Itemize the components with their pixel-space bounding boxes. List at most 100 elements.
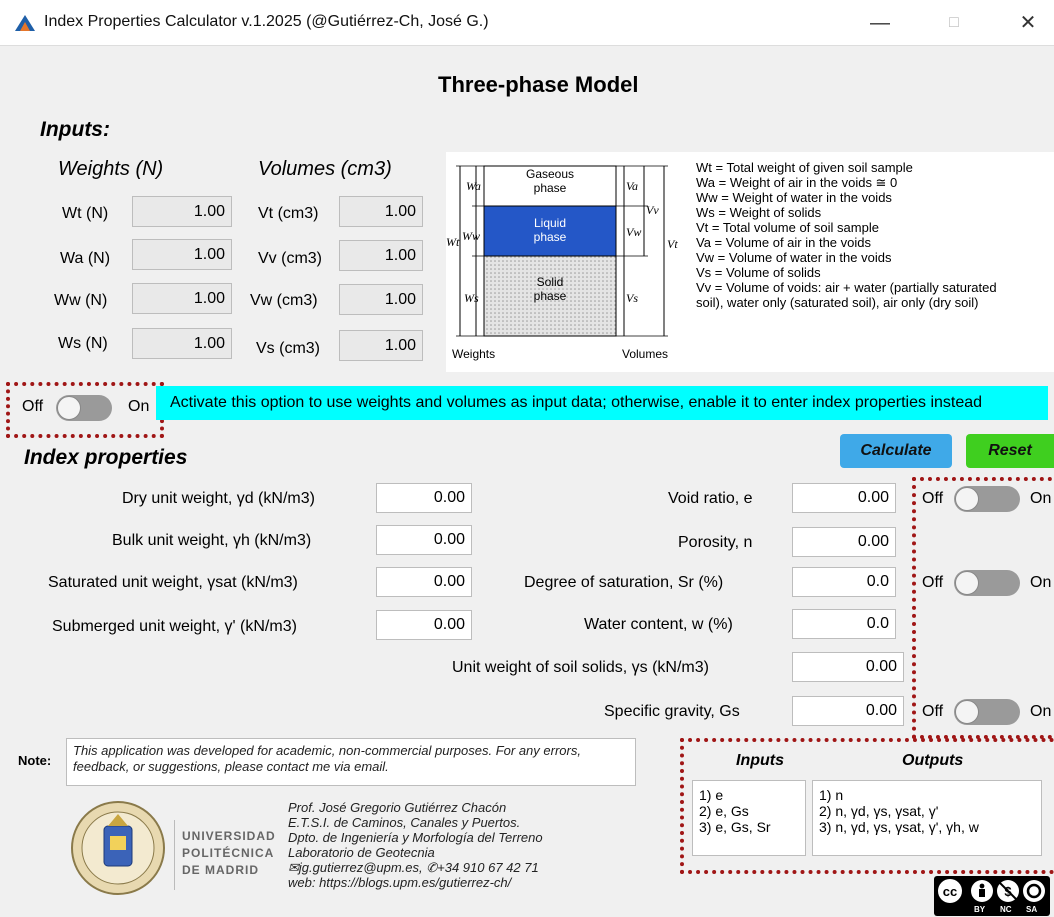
vv-label: Vv (cm3) bbox=[258, 250, 322, 267]
void-ratio-field[interactable]: 0.00 bbox=[792, 483, 896, 513]
list-item: 2) e, Gs bbox=[699, 803, 749, 819]
solid-label-2: phase bbox=[534, 289, 567, 303]
void-ratio-label: Void ratio, e bbox=[668, 490, 753, 507]
legend-item: Vw = Volume of water in the voids bbox=[696, 250, 892, 265]
weights-header: Weights (N) bbox=[58, 158, 164, 180]
credit-line: Laboratorio de Geotecnia bbox=[288, 845, 435, 860]
index-properties-header: Index properties bbox=[24, 446, 188, 469]
list-item: 1) e bbox=[699, 787, 724, 803]
cc-icons: cc $ bbox=[938, 879, 1045, 903]
wa-label: Wa (N) bbox=[60, 250, 111, 267]
degree-of-saturation-label: Degree of saturation, Sr (%) bbox=[524, 574, 724, 591]
saturated-unit-weight-field[interactable]: 0.00 bbox=[376, 567, 472, 597]
degree-of-saturation-field[interactable]: 0.0 bbox=[792, 567, 896, 597]
vs-symbol: Vs bbox=[626, 291, 638, 305]
vs-label: Vs (cm3) bbox=[256, 340, 320, 357]
water-content-field[interactable]: 0.0 bbox=[792, 609, 896, 639]
main-title: Three-phase Model bbox=[438, 72, 639, 97]
vw-symbol: Vw bbox=[626, 225, 641, 239]
submerged-unit-weight-field[interactable]: 0.00 bbox=[376, 610, 472, 640]
gaseous-label-1: Gaseous bbox=[526, 167, 574, 181]
ws-symbol: Ws bbox=[464, 291, 479, 305]
ww-symbol: Ww bbox=[462, 229, 480, 243]
wt-symbol: Wt bbox=[446, 235, 460, 249]
legend-item: Vs = Volume of solids bbox=[696, 265, 821, 280]
list-item: 2) n, γd, γs, γsat, γ' bbox=[819, 803, 939, 819]
credit-line: ✉jg.gutierrez@upm.es, ✆+34 910 67 42 71 bbox=[288, 860, 539, 875]
cc-by-label: BY bbox=[974, 905, 986, 914]
wt-label: Wt (N) bbox=[62, 205, 109, 222]
university-name: UNIVERSIDAD POLITÉCNICA DE MADRID bbox=[182, 828, 276, 879]
university-line: DE MADRID bbox=[182, 863, 259, 877]
vt-symbol: Vt bbox=[667, 237, 678, 251]
upm-seal-icon bbox=[71, 801, 165, 895]
toggle-e-switch[interactable] bbox=[954, 486, 1020, 512]
calculate-button[interactable]: Calculate bbox=[840, 434, 952, 468]
legend-item: Wa = Weight of air in the voids ≅ 0 bbox=[696, 175, 898, 190]
water-content-label: Water content, w (%) bbox=[584, 616, 733, 633]
ww-label: Ww (N) bbox=[54, 292, 108, 309]
diagram-legend: Wt = Total weight of given soil sample W… bbox=[696, 160, 997, 310]
legend-item: soil), water only (saturated soil), air … bbox=[696, 295, 979, 310]
io-inputs-list: 1) e 2) e, Gs 3) e, Gs, Sr bbox=[692, 780, 806, 856]
porosity-field[interactable]: 0.00 bbox=[792, 527, 896, 557]
submerged-unit-weight-label: Submerged unit weight, γ' (kN/m3) bbox=[52, 618, 297, 635]
mode-off-label: Off bbox=[22, 398, 44, 415]
phase-diagram-figure: Gaseous phase Liquid phase Solid phase W… bbox=[446, 165, 678, 361]
university-line: UNIVERSIDAD bbox=[182, 829, 276, 843]
liquid-label-1: Liquid bbox=[534, 216, 566, 230]
credit-line: Prof. José Gregorio Gutiérrez Chacón bbox=[288, 800, 507, 815]
legend-item: Ww = Weight of water in the voids bbox=[696, 190, 892, 205]
credit-line: web: https://blogs.upm.es/gutierrez-ch/ bbox=[288, 875, 512, 890]
toggle-sr-switch[interactable] bbox=[954, 570, 1020, 596]
credit-line: E.T.S.I. de Caminos, Canales y Puertos. bbox=[288, 815, 521, 830]
toggle-sr-on-label: On bbox=[1030, 574, 1052, 591]
legend-item: Ws = Weight of solids bbox=[696, 205, 822, 220]
weights-axis-label: Weights bbox=[452, 347, 495, 361]
vw-field[interactable]: 1.00 bbox=[339, 284, 423, 315]
toggle-e-on-label: On bbox=[1030, 490, 1052, 507]
wt-field[interactable]: 1.00 bbox=[132, 196, 232, 227]
toggle-gs-switch[interactable] bbox=[954, 699, 1020, 725]
legend-item: Wt = Total weight of given soil sample bbox=[696, 160, 913, 175]
ws-field[interactable]: 1.00 bbox=[132, 328, 232, 359]
volumes-header: Volumes (cm3) bbox=[258, 158, 392, 180]
vv-symbol: Vv bbox=[646, 203, 659, 217]
cc-nc-label: NC bbox=[1000, 905, 1012, 914]
note-label: Note: bbox=[18, 753, 52, 768]
specific-gravity-label: Specific gravity, Gs bbox=[604, 703, 740, 720]
reset-button[interactable]: Reset bbox=[966, 434, 1054, 468]
maximize-icon[interactable]: □ bbox=[940, 9, 968, 37]
minimize-icon[interactable]: — bbox=[866, 9, 894, 37]
unit-weight-solids-label: Unit weight of soil solids, γs (kN/m3) bbox=[452, 659, 709, 676]
unit-weight-solids-field[interactable]: 0.00 bbox=[792, 652, 904, 682]
volumes-axis-label: Volumes bbox=[622, 347, 668, 361]
mode-toggle-switch[interactable] bbox=[56, 395, 112, 421]
cc-sa-label: SA bbox=[1026, 905, 1038, 914]
legend-item: Vt = Total volume of soil sample bbox=[696, 220, 879, 235]
ws-label: Ws (N) bbox=[58, 335, 108, 352]
vv-field[interactable]: 1.00 bbox=[339, 240, 423, 271]
vs-field[interactable]: 1.00 bbox=[339, 330, 423, 361]
toggle-knob bbox=[955, 700, 979, 724]
wa-field[interactable]: 1.00 bbox=[132, 239, 232, 270]
dry-unit-weight-field[interactable]: 0.00 bbox=[376, 483, 472, 513]
specific-gravity-field[interactable]: 0.00 bbox=[792, 696, 904, 726]
solid-label-1: Solid bbox=[537, 275, 564, 289]
ww-field[interactable]: 1.00 bbox=[132, 283, 232, 314]
saturated-unit-weight-label: Saturated unit weight, γsat (kN/m3) bbox=[48, 574, 298, 591]
liquid-label-2: phase bbox=[534, 230, 567, 244]
legend-item: Va = Volume of air in the voids bbox=[696, 235, 871, 250]
cc-license-badge: cc $ BY NC SA bbox=[934, 876, 1050, 916]
university-line: POLITÉCNICA bbox=[182, 846, 275, 860]
note-text: This application was developed for acade… bbox=[66, 738, 636, 786]
vt-field[interactable]: 1.00 bbox=[339, 196, 423, 227]
close-icon[interactable]: ✕ bbox=[1014, 9, 1042, 37]
svg-text:cc: cc bbox=[943, 884, 957, 899]
list-item: 3) n, γd, γs, γsat, γ', γh, w bbox=[819, 819, 979, 835]
io-inputs-header: Inputs bbox=[736, 752, 784, 769]
mode-on-label: On bbox=[128, 398, 150, 415]
logo-divider bbox=[174, 820, 175, 890]
bulk-unit-weight-field[interactable]: 0.00 bbox=[376, 525, 472, 555]
toggle-gs-on-label: On bbox=[1030, 703, 1052, 720]
